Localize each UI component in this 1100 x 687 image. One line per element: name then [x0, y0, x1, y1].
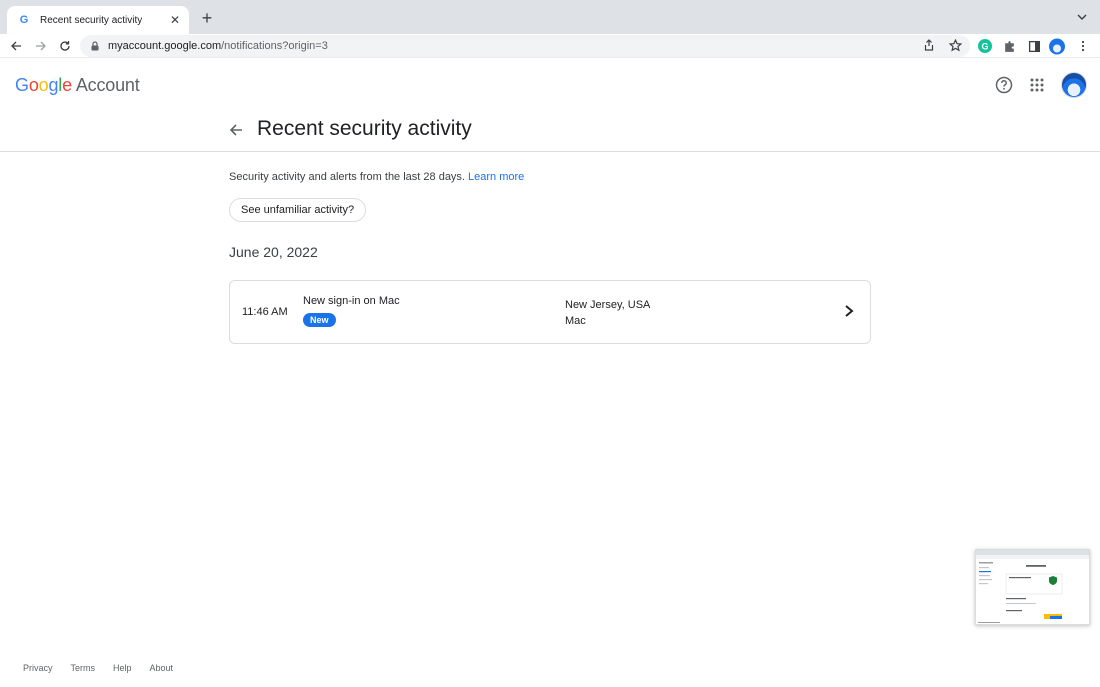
bookmark-star-icon[interactable]	[948, 38, 962, 52]
browser-toolbar: myaccount.google.com/notifications?origi…	[0, 34, 1100, 58]
new-badge: New	[303, 313, 336, 327]
activity-time: 11:46 AM	[242, 306, 288, 318]
new-tab-button[interactable]: +	[198, 9, 216, 27]
google-wordmark-letter: o	[28, 75, 39, 95]
url-text: myaccount.google.com/notifications?origi…	[108, 40, 328, 52]
tab-title: Recent security activity	[40, 14, 143, 26]
activity-device: Mac	[565, 315, 586, 327]
profile-avatar-icon[interactable]	[1049, 38, 1065, 54]
google-wordmark: Google	[15, 75, 72, 95]
help-icon[interactable]	[995, 76, 1013, 94]
footer-link-about[interactable]: About	[150, 663, 174, 673]
google-wordmark-letter: e	[62, 75, 72, 95]
google-wordmark-letter: o	[38, 75, 49, 95]
google-wordmark-letter: g	[48, 75, 59, 95]
google-apps-grid-icon[interactable]	[1030, 78, 1044, 92]
grammarly-extension-icon[interactable]: G	[977, 38, 993, 54]
thumbnail-preview-image	[976, 550, 1089, 623]
activity-card[interactable]: 11:46 AM New sign-in on Mac New New Jers…	[229, 280, 871, 344]
footer-link-help[interactable]: Help	[113, 663, 132, 673]
lock-icon	[91, 41, 99, 51]
date-heading: June 20, 2022	[229, 244, 318, 260]
url-host: myaccount.google.com	[108, 40, 222, 52]
url-path: /notifications?origin=3	[221, 40, 328, 52]
forward-nav-icon[interactable]	[33, 38, 49, 54]
google-wordmark-letter: G	[15, 75, 29, 95]
page-title: Recent security activity	[257, 117, 472, 140]
learn-more-link[interactable]: Learn more	[468, 171, 524, 183]
side-panel-icon[interactable]	[1026, 38, 1042, 54]
browser-tab[interactable]: G Recent security activity ✕	[7, 6, 189, 34]
browser-tabstrip: G Recent security activity ✕ +	[0, 0, 1100, 34]
address-bar[interactable]: myaccount.google.com/notifications?origi…	[80, 35, 970, 57]
back-nav-icon[interactable]	[8, 38, 24, 54]
screenshot-thumbnail[interactable]	[975, 549, 1090, 625]
share-icon[interactable]	[922, 38, 936, 52]
browser-menu-icon[interactable]	[1075, 38, 1091, 54]
intro-description: Security activity and alerts from the la…	[229, 171, 465, 183]
footer-link-privacy[interactable]: Privacy	[23, 663, 53, 673]
back-arrow-icon[interactable]	[228, 122, 244, 138]
footer-links: Privacy Terms Help About	[23, 663, 191, 673]
extensions-puzzle-icon[interactable]	[1001, 38, 1017, 54]
account-wordmark: Account	[75, 75, 140, 95]
account-avatar[interactable]	[1061, 72, 1087, 98]
footer-link-terms[interactable]: Terms	[71, 663, 96, 673]
svg-text:G: G	[981, 42, 988, 52]
intro-text: Security activity and alerts from the la…	[229, 171, 524, 183]
page-titlebar: Recent security activity	[0, 111, 1100, 152]
chevron-right-icon	[845, 305, 854, 317]
google-favicon-icon: G	[19, 14, 29, 26]
account-header: Google Account	[0, 59, 1100, 111]
see-unfamiliar-activity-button[interactable]: See unfamiliar activity?	[229, 198, 367, 222]
tab-search-chevron-icon[interactable]	[1076, 11, 1088, 23]
activity-event: New sign-in on Mac	[303, 295, 400, 307]
tab-close-icon[interactable]: ✕	[167, 12, 183, 28]
reload-icon[interactable]	[57, 38, 73, 54]
activity-location: New Jersey, USA	[565, 299, 651, 311]
google-account-logo[interactable]: Google Account	[15, 75, 140, 96]
